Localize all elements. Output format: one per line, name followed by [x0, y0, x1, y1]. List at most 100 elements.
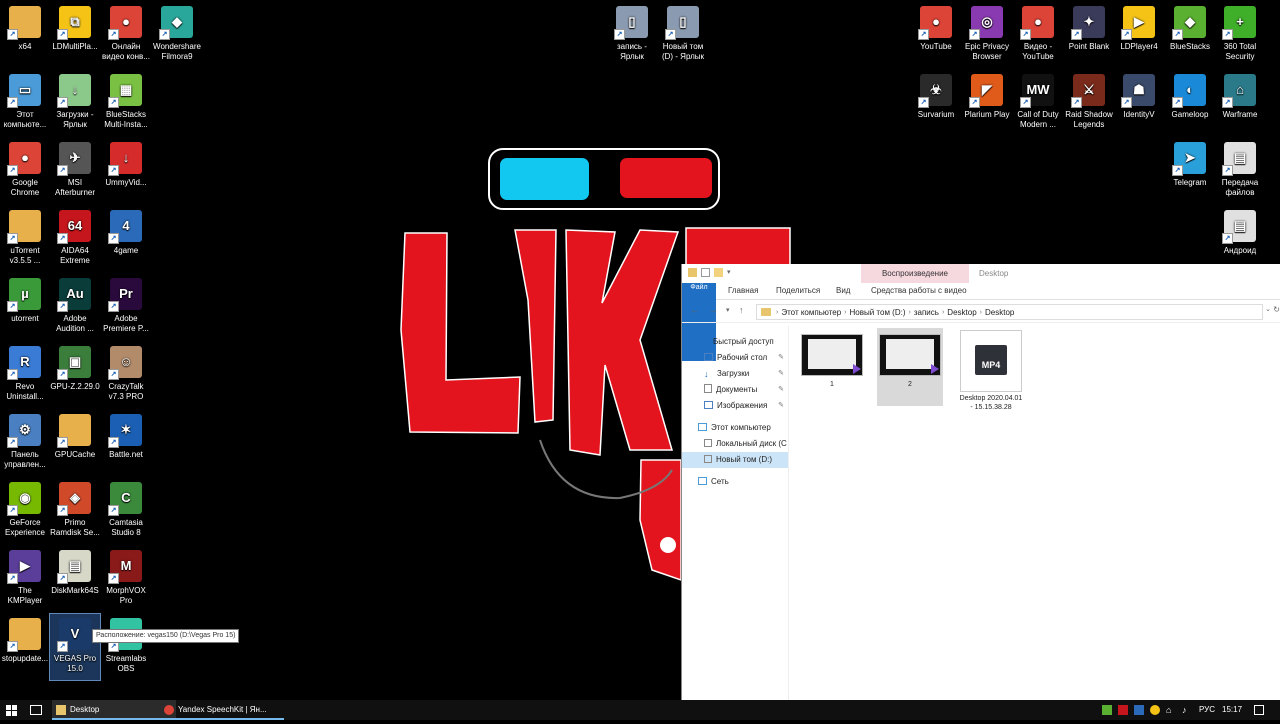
- breadcrumb-this-pc[interactable]: Этот компьютер: [781, 308, 841, 317]
- desktop-shortcut[interactable]: ▤ ↗ DiskMark64S: [50, 546, 100, 612]
- up-arrow-icon[interactable]: ↑: [739, 305, 744, 315]
- desktop-shortcut[interactable]: ▯ ↗ Новый том (D) - Ярлык: [658, 2, 708, 68]
- tray-app-icon[interactable]: [1134, 705, 1144, 715]
- desktop-shortcut[interactable]: ◉ ↗ GeForce Experience: [0, 478, 50, 544]
- breadcrumb-desktop-current[interactable]: Desktop: [985, 308, 1014, 317]
- desktop-shortcut[interactable]: + ↗ 360 Total Security: [1215, 2, 1265, 68]
- network-icon[interactable]: ⌂: [1166, 705, 1176, 715]
- desktop-shortcut[interactable]: ● ↗ Видео - YouTube: [1013, 2, 1063, 68]
- windows-start-icon[interactable]: [6, 704, 18, 716]
- nav-documents[interactable]: Документы ✎: [682, 382, 788, 398]
- tray-app-icon[interactable]: [1150, 705, 1160, 715]
- breadcrumb-new-volume[interactable]: Новый том (D:): [850, 308, 906, 317]
- desktop-shortcut[interactable]: ☣ ↗ Survarium: [911, 70, 961, 136]
- desktop-shortcut[interactable]: ▣ ↗ GPU-Z.2.29.0: [50, 342, 100, 408]
- tray-app-icon[interactable]: [1102, 705, 1112, 715]
- desktop-shortcut[interactable]: ↓ ↗ UmmyVid...: [101, 138, 151, 204]
- desktop-shortcut[interactable]: ◤ ↗ Plarium Play: [962, 70, 1012, 136]
- desktop-shortcut[interactable]: ☗ ↗ IdentityV: [1114, 70, 1164, 136]
- chevron-down-icon[interactable]: ▾: [727, 268, 736, 277]
- desktop-shortcut[interactable]: ● ↗ YouTube: [911, 2, 961, 68]
- desktop-shortcut[interactable]: MW ↗ Call of Duty Modern ...: [1013, 70, 1063, 136]
- desktop-shortcut[interactable]: ◎ ↗ Epic Privacy Browser: [962, 2, 1012, 68]
- forward-arrow-icon[interactable]: →: [709, 305, 718, 315]
- pin-icon[interactable]: ✎: [778, 398, 784, 414]
- clock[interactable]: 15:17: [1222, 700, 1242, 720]
- taskbar-item-chrome[interactable]: Yandex SpeechKit | Ян...: [160, 700, 284, 720]
- nav-desktop[interactable]: Рабочий стол ✎: [682, 350, 788, 366]
- desktop-shortcut[interactable]: ⌂ ↗ Warframe: [1215, 70, 1265, 136]
- desktop-shortcut[interactable]: C ↗ Camtasia Studio 8: [101, 478, 151, 544]
- task-view-icon[interactable]: [30, 705, 42, 715]
- desktop-shortcut[interactable]: ● ↗ Google Chrome: [0, 138, 50, 204]
- desktop-shortcut[interactable]: ▯ ↗ запись - Ярлык: [607, 2, 657, 68]
- chevron-down-icon[interactable]: ⌄: [1265, 305, 1271, 313]
- desktop-shortcut[interactable]: M ↗ MorphVOX Pro: [101, 546, 151, 612]
- breadcrumb-zapis[interactable]: запись: [914, 308, 939, 317]
- desktop-shortcut[interactable]: ↗ x64: [0, 2, 50, 68]
- desktop-shortcut[interactable]: ✈ ↗ MSI Afterburner: [50, 138, 100, 204]
- desktop-shortcut[interactable]: ▤ ↗ Передача файлов: [1215, 138, 1265, 204]
- desktop-shortcut[interactable]: ◐ ↗ Gameloop: [1165, 70, 1215, 136]
- desktop-shortcut[interactable]: ↗ uTorrent v3.5.5 ...: [0, 206, 50, 272]
- desktop-shortcut[interactable]: ☺ ↗ CrazyTalk v7.3 PRO: [101, 342, 151, 408]
- nav-quick-access[interactable]: ★ Быстрый доступ: [682, 334, 788, 350]
- recent-locations-icon[interactable]: ▾: [726, 306, 730, 314]
- desktop-shortcut[interactable]: Pr ↗ Adobe Premiere P...: [101, 274, 151, 340]
- nav-this-pc[interactable]: Этот компьютер: [682, 420, 788, 436]
- nav-pictures[interactable]: Изображения ✎: [682, 398, 788, 414]
- desktop-shortcut[interactable]: V ↗ VEGAS Pro 15.0: [49, 613, 101, 681]
- pin-icon[interactable]: ✎: [778, 366, 784, 382]
- desktop-shortcut[interactable]: 4 ↗ 4game: [101, 206, 151, 272]
- desktop-shortcut[interactable]: ▶ ↗ LDPlayer4: [1114, 2, 1164, 68]
- file-item[interactable]: 2: [877, 328, 943, 406]
- folder-icon[interactable]: [688, 268, 697, 277]
- context-tab-group-playback[interactable]: Воспроизведение: [861, 264, 969, 283]
- desktop-shortcut[interactable]: ✦ ↗ Point Blank: [1064, 2, 1114, 68]
- nav-downloads[interactable]: ↓ Загрузки ✎: [682, 366, 788, 382]
- desktop-shortcut[interactable]: ⚔ ↗ Raid Shadow Legends: [1064, 70, 1114, 136]
- tab-view[interactable]: Вид: [836, 283, 850, 299]
- desktop-shortcut[interactable]: ▭↗Streamlabs OBS: [101, 614, 151, 680]
- desktop-shortcut[interactable]: ▭ ↗ Этот компьюте...: [0, 70, 50, 136]
- desktop-shortcut[interactable]: R ↗ Revo Uninstall...: [0, 342, 50, 408]
- pin-icon[interactable]: ✎: [778, 382, 784, 398]
- tray-app-icon[interactable]: [1118, 705, 1128, 715]
- file-list[interactable]: 1 2 MP4 Desktop 2020.04.01 - 15.15.38.28: [789, 326, 1280, 700]
- file-explorer-window[interactable]: ▾ Воспроизведение Desktop Файл Главная П…: [681, 264, 1280, 700]
- file-item[interactable]: 1: [799, 328, 865, 406]
- desktop-shortcut[interactable]: ➤ ↗ Telegram: [1165, 138, 1215, 204]
- desktop-shortcut[interactable]: ● ↗ Онлайн видео конв...: [101, 2, 151, 68]
- back-arrow-icon[interactable]: ←: [690, 305, 699, 315]
- tab-share[interactable]: Поделиться: [776, 283, 820, 299]
- taskbar-item-explorer[interactable]: Desktop: [52, 700, 176, 720]
- nav-network[interactable]: Сеть: [682, 474, 788, 490]
- desktop-shortcut[interactable]: ◆ ↗ BlueStacks: [1165, 2, 1215, 68]
- title-bar[interactable]: ▾ Воспроизведение Desktop: [682, 264, 1280, 283]
- desktop-shortcut[interactable]: µ ↗ utorrent: [0, 274, 50, 340]
- properties-icon[interactable]: [701, 268, 710, 277]
- tab-video-tools[interactable]: Средства работы с видео: [871, 283, 967, 299]
- desktop-shortcut[interactable]: ▶ ↗ The KMPlayer: [0, 546, 50, 612]
- desktop-shortcut[interactable]: 64 ↗ AIDA64 Extreme: [50, 206, 100, 272]
- desktop-shortcut[interactable]: ▤ ↗ Андроид: [1215, 206, 1265, 272]
- desktop-shortcut[interactable]: ◆ ↗ Wondershare Filmora9: [152, 2, 202, 68]
- desktop-shortcut[interactable]: ▦ ↗ BlueStacks Multi-Insta...: [101, 70, 151, 136]
- desktop-shortcut[interactable]: ↓ ↗ Загрузки - Ярлык: [50, 70, 100, 136]
- volume-icon[interactable]: ♪: [1182, 705, 1192, 715]
- desktop-shortcut[interactable]: ◈ ↗ Primo Ramdisk Se...: [50, 478, 100, 544]
- language-indicator[interactable]: РУС: [1199, 700, 1215, 720]
- desktop-shortcut[interactable]: Au ↗ Adobe Audition ...: [50, 274, 100, 340]
- pin-icon[interactable]: ✎: [778, 350, 784, 366]
- desktop-shortcut[interactable]: ⧉ ↗ LDMultiPla...: [50, 2, 100, 68]
- desktop-shortcut[interactable]: ✶ ↗ Battle.net: [101, 410, 151, 476]
- new-folder-icon[interactable]: [714, 268, 723, 277]
- tab-home[interactable]: Главная: [728, 283, 758, 299]
- desktop-shortcut[interactable]: ↗ stopupdate...: [0, 614, 50, 680]
- desktop-shortcut[interactable]: ⚙ ↗ Панель управлен...: [0, 410, 50, 476]
- desktop-shortcut[interactable]: ↗ GPUCache: [50, 410, 100, 476]
- breadcrumb[interactable]: › Этот компьютер › Новый том (D:) › запи…: [756, 304, 1263, 320]
- nav-new-volume[interactable]: Новый том (D:): [682, 452, 788, 468]
- breadcrumb-desktop[interactable]: Desktop: [947, 308, 976, 317]
- nav-local-disk[interactable]: Локальный диск (C: [682, 436, 788, 452]
